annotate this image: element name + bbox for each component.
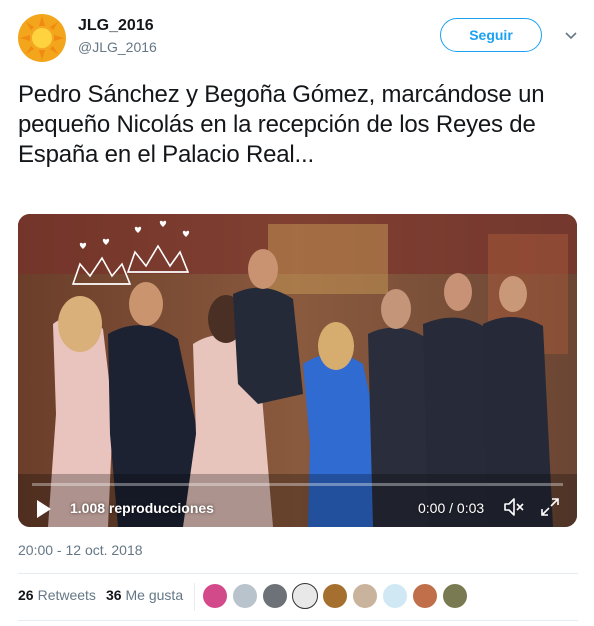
video-player[interactable]: 1.008 reproducciones 0:00 / 0:03 <box>18 214 577 527</box>
tweet-text: Pedro Sánchez y Begoña Gómez, marcándose… <box>18 81 545 168</box>
user-avatar[interactable] <box>18 14 66 62</box>
view-count: 1.008 reproducciones <box>70 500 214 516</box>
retweets-label: Retweets <box>37 587 96 603</box>
liker-avatar[interactable] <box>382 583 408 609</box>
liker-avatar[interactable] <box>442 583 468 609</box>
stats-divider <box>194 583 195 611</box>
liker-avatar[interactable] <box>412 583 438 609</box>
liker-avatar[interactable] <box>262 583 288 609</box>
sun-icon <box>20 16 64 60</box>
video-frame <box>18 214 577 527</box>
tweet-header: JLG_2016 @JLG_2016 Seguir <box>18 14 578 64</box>
liker-avatar[interactable] <box>322 583 348 609</box>
likes-count: 36 <box>105 587 122 603</box>
liker-avatars <box>202 583 502 611</box>
liker-avatar[interactable] <box>202 583 228 609</box>
likes-stat[interactable]: 36 Me gusta <box>106 587 183 603</box>
user-handle[interactable]: @JLG_2016 <box>78 39 157 55</box>
likes-label: Me gusta <box>125 587 184 603</box>
tweet-timestamp[interactable]: 20:00 - 12 oct. 2018 <box>18 542 143 558</box>
fullscreen-icon[interactable] <box>540 497 560 517</box>
play-icon[interactable] <box>36 499 52 519</box>
divider <box>18 620 578 621</box>
follow-button[interactable]: Seguir <box>440 18 542 52</box>
divider <box>18 573 578 574</box>
display-name[interactable]: JLG_2016 <box>78 17 154 35</box>
retweets-stat[interactable]: 26 Retweets <box>18 587 96 603</box>
liker-avatar[interactable] <box>232 583 258 609</box>
liker-avatar[interactable] <box>352 583 378 609</box>
chevron-down-icon[interactable] <box>562 26 580 44</box>
liker-avatar[interactable] <box>292 583 318 609</box>
volume-icon[interactable] <box>502 496 526 518</box>
tweet-stats: 26 Retweets 36 Me gusta <box>18 587 193 603</box>
video-controls: 1.008 reproducciones 0:00 / 0:03 <box>18 483 577 527</box>
retweets-count: 26 <box>18 587 34 603</box>
video-time: 0:00 / 0:03 <box>418 500 485 516</box>
video-progress-bar[interactable] <box>32 483 563 486</box>
